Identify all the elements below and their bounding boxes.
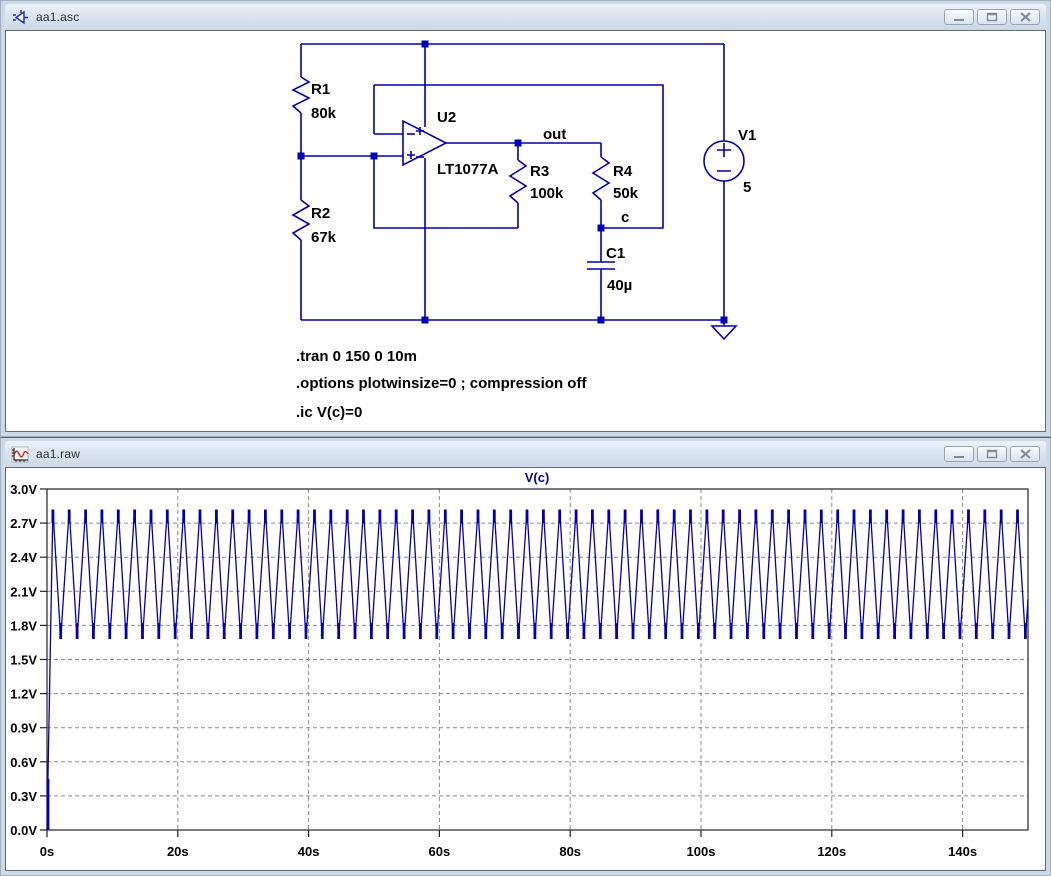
component-ref: R1 xyxy=(311,81,330,98)
schematic-wires[interactable] xyxy=(301,44,724,326)
svg-text:120s: 120s xyxy=(817,844,846,859)
component-value: LT1077A xyxy=(437,161,499,178)
component-ref: C1 xyxy=(606,245,625,262)
waveform-canvas[interactable]: V(c) 3.0V 2.7V 2.4V 2.1V 1.8V 1.5V 1.2V 0.9V 0.6… xyxy=(6,468,1047,871)
resistor-R1[interactable]: R1 80k xyxy=(293,77,337,122)
svg-text:2.4V: 2.4V xyxy=(10,550,37,565)
svg-text:80s: 80s xyxy=(559,844,581,859)
component-ref: R4 xyxy=(613,163,633,180)
svg-text:2.7V: 2.7V xyxy=(10,516,37,531)
capacitor-C1[interactable]: C1 40µ xyxy=(587,245,632,294)
plot-axis-ticks xyxy=(40,489,963,837)
component-value: 50k xyxy=(613,185,639,202)
component-value: 67k xyxy=(311,229,337,246)
net-label-out[interactable]: out xyxy=(543,126,566,143)
schematic-window-title: aa1.asc xyxy=(36,10,79,24)
component-value: 100k xyxy=(530,185,564,202)
plot-trace-title[interactable]: V(c) xyxy=(525,470,550,485)
svg-text:0.0V: 0.0V xyxy=(10,823,37,838)
schematic-window: aa1.asc R1 80k xyxy=(0,0,1051,437)
component-value: 80k xyxy=(311,105,337,122)
component-ref: R2 xyxy=(311,205,330,222)
net-label-c[interactable]: c xyxy=(621,209,629,226)
schematic-client-area: R1 80k R2 67k R3 100k R4 50k xyxy=(5,30,1046,432)
restore-icon xyxy=(986,12,998,22)
restore-icon xyxy=(986,449,998,459)
svg-text:0.9V: 0.9V xyxy=(10,721,37,736)
schematic-close-button[interactable] xyxy=(1010,9,1040,25)
svg-text:0.3V: 0.3V xyxy=(10,789,37,804)
voltage-source-V1[interactable]: V1 5 xyxy=(704,127,756,196)
svg-text:3.0V: 3.0V xyxy=(10,482,37,497)
resistor-R4[interactable]: R4 50k xyxy=(593,157,639,202)
waveform-minimize-button[interactable] xyxy=(944,446,974,462)
svg-text:100s: 100s xyxy=(687,844,716,859)
svg-text:20s: 20s xyxy=(167,844,189,859)
component-ref: V1 xyxy=(738,127,756,144)
svg-text:0s: 0s xyxy=(40,844,54,859)
schematic-doc-icon xyxy=(11,9,29,26)
close-icon xyxy=(1020,449,1031,459)
spice-directive-ic[interactable]: .ic V(c)=0 xyxy=(296,404,362,421)
waveform-client-area: V(c) 3.0V 2.7V 2.4V 2.1V 1.8V 1.5V 1.2V 0.9V 0.6… xyxy=(5,467,1046,871)
waveform-close-button[interactable] xyxy=(1010,446,1040,462)
minimize-icon xyxy=(953,13,965,22)
waveform-doc-icon xyxy=(11,446,29,463)
svg-text:1.8V: 1.8V xyxy=(10,618,37,633)
component-ref: R3 xyxy=(530,163,549,180)
svg-text:140s: 140s xyxy=(948,844,977,859)
spice-directive-tran[interactable]: .tran 0 150 0 10m xyxy=(296,348,417,365)
ground-symbol[interactable] xyxy=(712,326,736,339)
schematic-restore-button[interactable] xyxy=(977,9,1007,25)
schematic-titlebar[interactable]: aa1.asc xyxy=(5,4,1046,30)
waveform-titlebar[interactable]: aa1.raw xyxy=(5,441,1046,467)
waveform-window-title: aa1.raw xyxy=(36,447,80,461)
resistor-R2[interactable]: R2 67k xyxy=(293,200,337,246)
svg-text:1.2V: 1.2V xyxy=(10,687,37,702)
plot-y-axis-labels: 3.0V 2.7V 2.4V 2.1V 1.8V 1.5V 1.2V 0.9V 0.6V 0.3V… xyxy=(10,482,37,838)
resistor-R3[interactable]: R3 100k xyxy=(510,160,564,203)
component-ref: U2 xyxy=(437,109,456,126)
svg-text:1.5V: 1.5V xyxy=(10,653,37,668)
schematic-minimize-button[interactable] xyxy=(944,9,974,25)
waveform-window: aa1.raw V(c) 3.0V 2.7V 2.4V 2.1V 1.8V 1.5V 1.2… xyxy=(0,437,1051,876)
spice-directive-options[interactable]: .options plotwinsize=0 ; compression off xyxy=(296,375,587,392)
svg-text:60s: 60s xyxy=(429,844,451,859)
close-icon xyxy=(1020,12,1031,22)
waveform-restore-button[interactable] xyxy=(977,446,1007,462)
plot-gridlines xyxy=(47,489,1028,830)
svg-text:40s: 40s xyxy=(298,844,320,859)
svg-text:0.6V: 0.6V xyxy=(10,755,37,770)
component-value: 40µ xyxy=(607,277,632,294)
minimize-icon xyxy=(953,450,965,459)
plot-x-axis-labels: 0s 20s 40s 60s 80s 100s 120s 140s xyxy=(40,844,977,859)
schematic-canvas[interactable]: R1 80k R2 67k R3 100k R4 50k xyxy=(6,31,1047,432)
component-value: 5 xyxy=(743,179,751,196)
svg-text:2.1V: 2.1V xyxy=(10,584,37,599)
